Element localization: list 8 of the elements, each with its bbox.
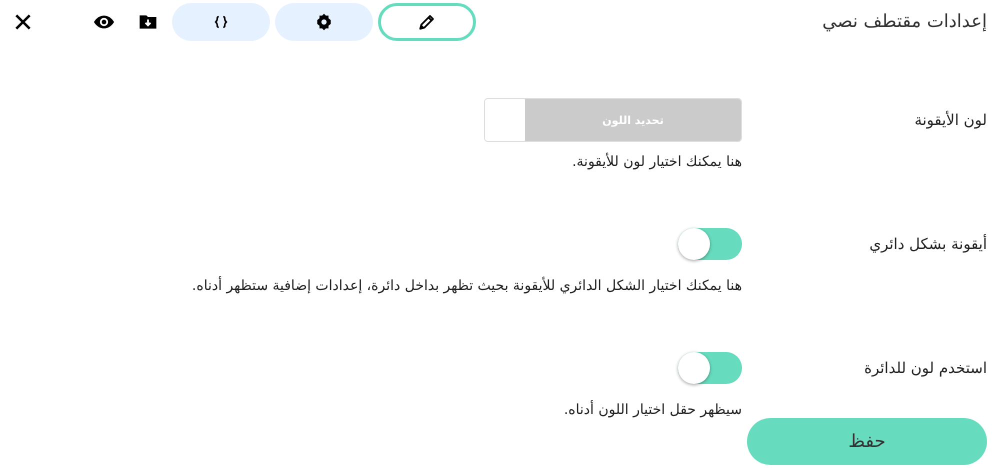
setting-description: هنا يمكنك اختيار الشكل الدائري للأيقونة بحيث تظهر بداخل دائرة، إعدادات إضافية ستظهر أدناه.: [192, 278, 742, 294]
setting-description: سيظهر حقل اختيار اللون أدناه.: [564, 402, 742, 418]
setting-description: هنا يمكنك اختيار لون للأيقونة.: [571, 154, 742, 170]
setting-label: أيقونة بشكل دائري: [868, 233, 987, 253]
setting-label: لون الأيقونة: [913, 110, 987, 129]
setting-label: استخدم لون للدائرة: [863, 358, 987, 377]
save-button[interactable]: حفظ: [747, 418, 987, 465]
panel-title: إعدادات مقتطف نصي: [822, 11, 987, 32]
